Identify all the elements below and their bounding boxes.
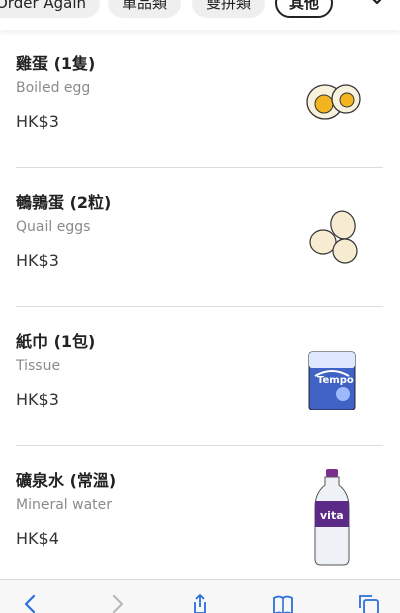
item-price: HK$3 [16, 390, 59, 409]
water-bottle-image: vita [314, 469, 350, 566]
item-name-zh: 雞蛋 (1隻) [16, 54, 96, 73]
chevron-down-icon[interactable] [370, 0, 384, 8]
forward-icon[interactable] [106, 594, 128, 613]
back-icon[interactable] [20, 594, 42, 613]
item-name-zh: 紙巾 (1包) [16, 332, 96, 351]
item-price: HK$3 [16, 251, 59, 270]
divider [16, 306, 383, 307]
quail-eggs-image [309, 210, 358, 264]
menu-item-boiled-egg[interactable]: 雞蛋 (1隻) Boiled egg HK$3 [16, 50, 383, 189]
menu-item-quail-eggs[interactable]: 鵪鶉蛋 (2粒) Quail eggs HK$3 [16, 189, 383, 328]
menu-item-tissue[interactable]: 紙巾 (1包) Tissue HK$3 Tempo [16, 328, 383, 467]
tab-order-again[interactable]: Order Again [0, 0, 101, 18]
tissue-pack-image: Tempo [308, 351, 356, 410]
tab-single-items[interactable]: 單品類 [108, 0, 182, 18]
item-name-en: Tissue [16, 358, 61, 374]
browser-toolbar [0, 579, 400, 613]
svg-text:vita: vita [320, 509, 344, 522]
item-name-en: Quail eggs [16, 219, 91, 235]
item-name-zh: 礦泉水 (常溫) [16, 471, 117, 490]
item-name-en: Mineral water [16, 497, 113, 513]
category-tab-bar: Order Again 單品類 雙拼類 其他 [0, 0, 400, 30]
item-name-en: Boiled egg [16, 80, 91, 96]
svg-text:Tempo: Tempo [317, 375, 354, 386]
tabs-icon[interactable] [358, 594, 380, 613]
divider [16, 445, 383, 446]
item-price: HK$3 [16, 112, 59, 131]
boiled-egg-image [306, 84, 361, 120]
tab-others[interactable]: 其他 [275, 0, 334, 18]
item-name-zh: 鵪鶉蛋 (2粒) [16, 193, 112, 212]
divider [16, 167, 383, 168]
tab-combo-items[interactable]: 雙拼類 [192, 0, 266, 18]
item-price: HK$4 [16, 529, 59, 548]
share-icon[interactable] [189, 594, 211, 613]
bookmarks-icon[interactable] [272, 594, 294, 613]
